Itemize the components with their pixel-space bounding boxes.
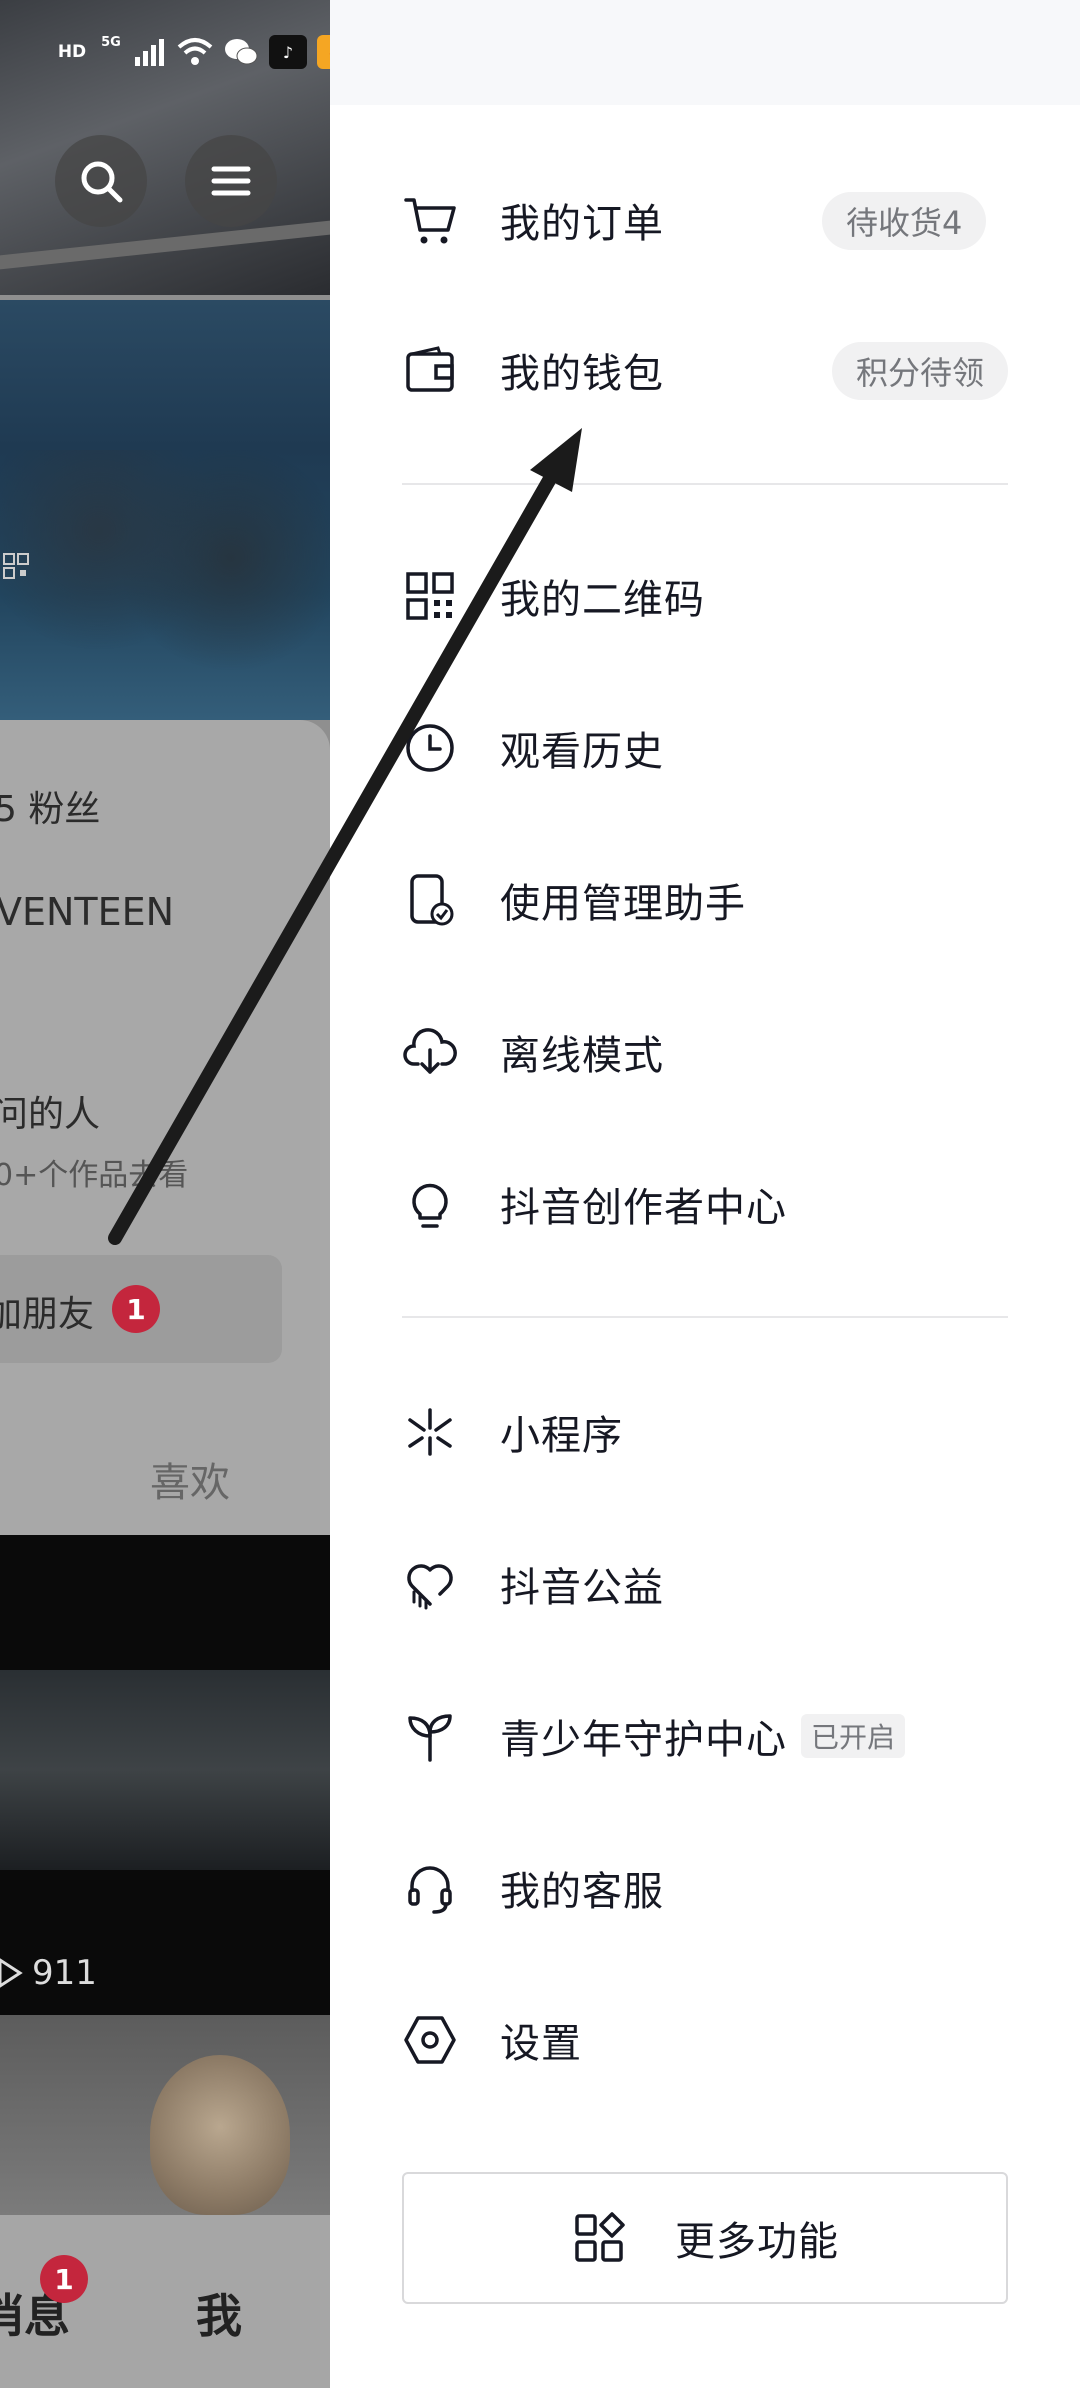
creator-center-label: 抖音创作者中心 (500, 1185, 787, 1231)
play-icon (0, 1958, 23, 1988)
hd-indicator: HD (57, 42, 87, 62)
visitors-title: 问的人 (0, 1094, 101, 1135)
qr-small-icon (3, 553, 29, 579)
menu-item-qrcode[interactable]: 我的二维码 (402, 546, 1022, 646)
add-friends-label: 加朋友 (0, 1294, 95, 1335)
tab-messages-badge: 1 (40, 2255, 88, 2303)
orders-label: 我的订单 (500, 201, 664, 247)
weibo-icon: ◉ (317, 35, 330, 69)
drawer-status-area (330, 0, 1080, 105)
network-indicator: 5G (101, 35, 121, 50)
phone-check-icon (402, 872, 458, 928)
lightbulb-icon (402, 1176, 458, 1232)
wifi-icon (177, 38, 213, 65)
mini-program-icon (402, 1404, 458, 1460)
visitors-subtitle: 0+个作品去看 (0, 1158, 189, 1193)
wallet-label: 我的钱包 (500, 351, 664, 397)
sprout-icon (402, 1708, 458, 1764)
profile-bio: VENTEEN (0, 890, 175, 934)
status-bar-icons: HD 5G ♪ ◉ 💡 (55, 30, 330, 74)
wallet-icon (402, 342, 458, 398)
tab-me: 我 (196, 2289, 242, 2343)
youth-protection-label: 青少年守护中心 (500, 1717, 787, 1763)
settings-hexagon-icon (402, 2012, 458, 2068)
orders-pending-badge: 待收货4 (822, 192, 987, 250)
menu-icon (185, 135, 277, 227)
fans-count: 5 粉丝 (0, 789, 101, 830)
side-drawer: 我的订单 待收货4 我的钱包 积分待领 我的二维码 观看历史 使用管理助手 离线… (330, 0, 1080, 2388)
usage-assistant-label: 使用管理助手 (500, 881, 746, 927)
apps-grid-icon (571, 2210, 627, 2266)
menu-item-orders[interactable]: 我的订单 待收货4 (402, 170, 1022, 270)
video-thumbnail-cat (0, 2015, 330, 2215)
menu-item-wallet[interactable]: 我的钱包 积分待领 (402, 320, 1022, 420)
headset-icon (402, 1860, 458, 1916)
clock-icon (402, 720, 458, 776)
menu-item-history[interactable]: 观看历史 (402, 698, 1022, 798)
menu-item-charity[interactable]: 抖音公益 (402, 1534, 1022, 1634)
divider (402, 1316, 1008, 1318)
tiktok-icon: ♪ (269, 35, 307, 69)
history-label: 观看历史 (500, 729, 664, 775)
mini-programs-label: 小程序 (500, 1413, 623, 1459)
search-icon (55, 135, 147, 227)
add-friends-button: 加朋友 1 (0, 1255, 282, 1363)
heart-hand-icon (402, 1556, 458, 1612)
profile-cover-photo (0, 300, 330, 720)
cart-icon (402, 192, 458, 248)
wallet-points-badge: 积分待领 (832, 342, 1009, 400)
bottom-tab-bar: 消息 1 我 (0, 2215, 330, 2388)
wechat-icon (225, 39, 258, 65)
likes-tab: 喜欢 (150, 1460, 230, 1506)
menu-item-offline-mode[interactable]: 离线模式 (402, 1002, 1022, 1102)
add-friends-badge: 1 (112, 1285, 160, 1333)
more-functions-label: 更多功能 (675, 2219, 839, 2265)
customer-service-label: 我的客服 (500, 1869, 664, 1915)
menu-item-mini-programs[interactable]: 小程序 (402, 1382, 1022, 1482)
menu-item-customer-service[interactable]: 我的客服 (402, 1838, 1022, 1938)
qrcode-icon (402, 568, 458, 624)
offline-mode-label: 离线模式 (500, 1033, 664, 1079)
youth-protection-status-tag: 已开启 (801, 1714, 906, 1758)
video-thumbnail: 911 (0, 1535, 330, 2015)
menu-item-youth-protection[interactable]: 青少年守护中心 已开启 (402, 1686, 1022, 1786)
profile-background: HD 5G ♪ ◉ 💡 5 粉丝 VENTEEN 问的人 0+个作品去看 加朋友… (0, 0, 330, 2388)
menu-item-settings[interactable]: 设置 (402, 1990, 1022, 2090)
qrcode-label: 我的二维码 (500, 577, 705, 623)
menu-item-creator-center[interactable]: 抖音创作者中心 (402, 1154, 1022, 1254)
menu-item-usage-assistant[interactable]: 使用管理助手 (402, 850, 1022, 950)
more-functions-button[interactable]: 更多功能 (402, 2172, 1008, 2304)
cloud-download-icon (402, 1024, 458, 1080)
settings-label: 设置 (500, 2021, 582, 2067)
signal-icon (135, 39, 164, 66)
charity-label: 抖音公益 (500, 1565, 664, 1611)
divider (402, 483, 1008, 485)
view-count: 911 (32, 1953, 97, 1993)
